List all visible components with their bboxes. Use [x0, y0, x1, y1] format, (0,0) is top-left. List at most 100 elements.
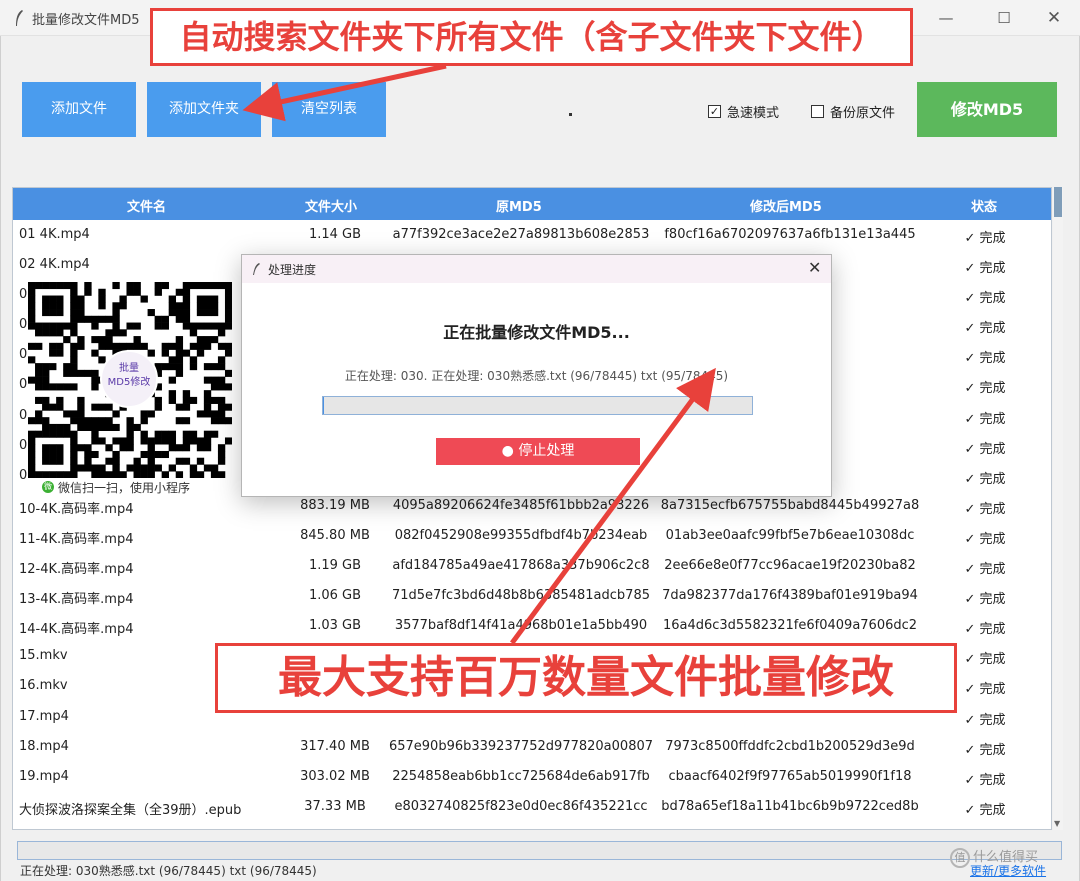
qr-module: [182, 403, 191, 411]
qr-module: [112, 342, 120, 350]
dialog-close-button[interactable]: ✕: [808, 258, 821, 277]
column-header-size[interactable]: 文件大小: [305, 196, 357, 215]
scroll-down-icon[interactable]: ▼: [1054, 819, 1060, 828]
qr-module: [224, 437, 232, 445]
qr-module: [98, 423, 106, 431]
fast-mode-checkbox-box[interactable]: ✓: [708, 104, 721, 118]
qr-module: [70, 288, 78, 296]
qr-module: [28, 417, 36, 425]
qr-module: [70, 295, 78, 303]
qr-module: [175, 342, 184, 350]
qr-module: [112, 329, 120, 337]
qr-module: [147, 450, 155, 459]
qr-module: [217, 376, 226, 384]
dialog-title-bar: 处理进度 ✕: [242, 255, 831, 283]
table-row[interactable]: 12-4K.高码率.mp4 1.19 GB afd184785a49ae417868…: [13, 551, 1051, 581]
qr-module: [182, 444, 191, 452]
qr-module: [175, 471, 184, 478]
qr-module: [56, 450, 64, 459]
modify-md5-button[interactable]: 修改MD5: [917, 82, 1057, 137]
column-header-status[interactable]: 状态: [971, 196, 997, 215]
qr-module: [196, 471, 205, 478]
qr-module: [196, 302, 205, 310]
qr-module: [91, 322, 99, 330]
qr-module: [35, 342, 43, 350]
qr-module: [98, 417, 106, 425]
qr-module: [98, 471, 106, 478]
table-row[interactable]: 大侦探波洛探案全集（全39册）.epub 37.33 MB e8032740825f…: [13, 792, 1051, 822]
qr-module: [42, 302, 50, 310]
vertical-scrollbar[interactable]: ▼: [1053, 187, 1063, 830]
qr-module: [28, 356, 36, 364]
qr-module: [28, 302, 36, 310]
qr-module: [224, 349, 232, 357]
qr-module: [70, 282, 78, 290]
cell-file-name: 01 4K.mp4: [19, 227, 90, 242]
qr-module: [217, 403, 226, 411]
qr-module: [182, 396, 191, 404]
qr-module: [224, 309, 232, 317]
qr-caption: 微 微信扫一扫，使用小程序: [28, 478, 232, 496]
qr-module: [168, 437, 177, 445]
table-row[interactable]: 13-4K.高码率.mp4 1.06 GB 71d5e7fc3bd6d48b8b63…: [13, 581, 1051, 611]
qr-module: [70, 444, 78, 452]
qr-module: [105, 457, 113, 465]
scrollbar-thumb[interactable]: [1054, 187, 1062, 217]
qr-module: [112, 302, 120, 310]
qr-module: [161, 363, 169, 371]
qr-module: [35, 282, 43, 290]
dialog-feather-icon: [253, 263, 260, 275]
stray-dot: [569, 113, 572, 116]
add-folder-button[interactable]: 添加文件夹: [147, 82, 261, 137]
table-row[interactable]: 18.mp4 317.40 MB 657e90b96b339237752d97782…: [13, 732, 1051, 762]
qr-module: [63, 410, 71, 418]
close-button[interactable]: ✕: [1042, 6, 1066, 30]
qr-module: [56, 329, 64, 337]
qr-module: [203, 437, 212, 445]
column-header-new-md5[interactable]: 修改后MD5: [750, 196, 822, 215]
stop-processing-button[interactable]: ● 停止处理: [436, 438, 640, 465]
qr-module: [105, 329, 113, 337]
qr-module: [42, 309, 50, 317]
column-header-original-md5[interactable]: 原MD5: [496, 196, 542, 215]
cell-file-name: 17.mp4: [19, 708, 69, 724]
qr-module: [28, 288, 36, 296]
column-header-name[interactable]: 文件名: [127, 196, 166, 215]
backup-checkbox-box[interactable]: [811, 104, 824, 118]
minimize-button[interactable]: —: [934, 6, 958, 30]
qr-module: [98, 342, 106, 350]
qr-module: [56, 457, 64, 465]
backup-label: 备份原文件: [830, 105, 896, 121]
fast-mode-checkbox[interactable]: ✓ 急速模式: [708, 102, 779, 121]
qr-module: [42, 396, 50, 404]
table-row[interactable]: 19.mp4 303.02 MB 2254858eab6bb1cc725684de6…: [13, 762, 1051, 792]
qr-module: [217, 450, 226, 459]
table-row[interactable]: 11-4K.高码率.mp4 845.80 MB 082f0452908e99355d…: [13, 521, 1051, 551]
clear-list-button[interactable]: 清空列表: [272, 82, 386, 137]
qr-module: [56, 383, 64, 391]
cell-file-name: 0: [19, 467, 28, 483]
qr-module: [49, 471, 57, 478]
qr-module: [210, 309, 219, 317]
qr-module: [63, 423, 71, 431]
maximize-button[interactable]: ☐: [992, 6, 1016, 30]
qr-module: [70, 471, 78, 478]
backup-checkbox[interactable]: 备份原文件: [811, 102, 896, 121]
qr-module: [70, 356, 78, 364]
qr-module: [56, 309, 64, 317]
qr-module: [182, 315, 191, 323]
qr-module: [210, 302, 219, 310]
cell-file-name: 19.mp4: [19, 768, 69, 784]
qr-module: [105, 417, 113, 425]
qr-module: [112, 315, 120, 323]
cell-status: ✓ 完成: [964, 531, 1006, 547]
add-file-button[interactable]: 添加文件: [22, 82, 136, 137]
qr-module: [175, 336, 184, 344]
qr-module: [210, 430, 219, 438]
qr-module: [133, 288, 141, 296]
table-row[interactable]: 01 4K.mp4 1.14 GB a77f392ce3ace2e27a89813b…: [13, 220, 1051, 250]
table-row[interactable]: 14-4K.高码率.mp4 1.03 GB 3577baf8df14f41a4968…: [13, 611, 1051, 641]
cell-file-name: 10-4K.高码率.mp4: [19, 501, 134, 517]
qr-module: [70, 437, 78, 445]
qr-module: [70, 410, 78, 418]
